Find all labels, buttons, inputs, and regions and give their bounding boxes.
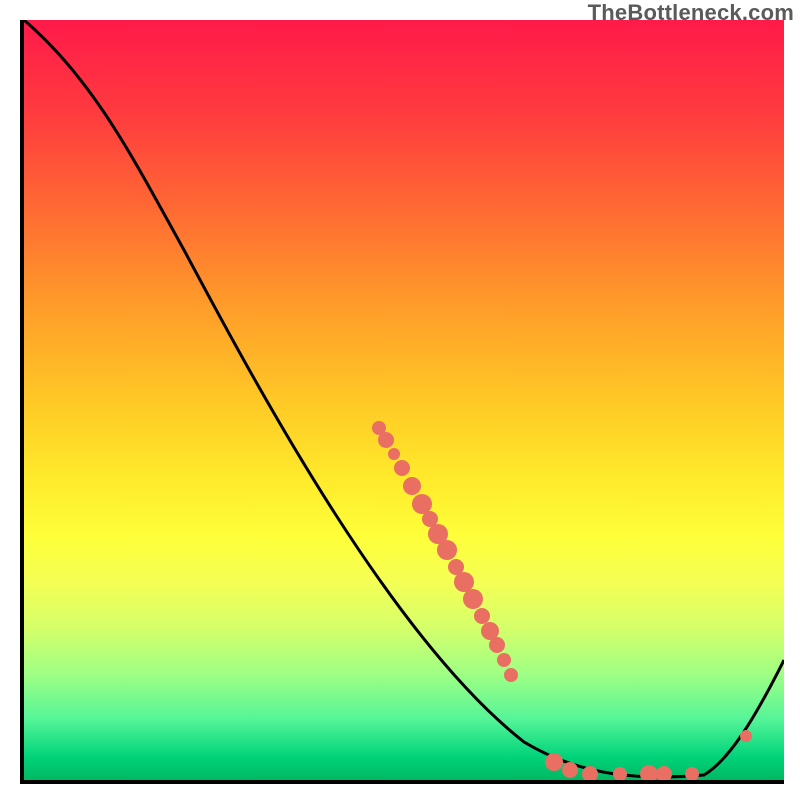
- data-point: [640, 765, 658, 780]
- curve-layer: [24, 20, 784, 780]
- bottleneck-curve: [24, 20, 784, 777]
- chart-container: TheBottleneck.com: [0, 0, 800, 800]
- data-point: [394, 460, 410, 476]
- data-point: [474, 608, 490, 624]
- data-points: [372, 421, 752, 780]
- data-point: [545, 753, 563, 771]
- data-point: [656, 766, 672, 780]
- data-point: [497, 653, 511, 667]
- data-point: [378, 432, 394, 448]
- plot-area: [20, 20, 784, 784]
- data-point: [562, 762, 578, 778]
- data-point: [489, 637, 505, 653]
- data-point: [613, 767, 627, 780]
- data-point: [412, 494, 432, 514]
- data-point: [437, 540, 457, 560]
- data-point: [463, 589, 483, 609]
- data-point: [403, 477, 421, 495]
- data-point: [740, 730, 752, 742]
- data-point: [504, 668, 518, 682]
- data-point: [388, 448, 400, 460]
- data-point: [454, 572, 474, 592]
- data-point: [685, 767, 699, 780]
